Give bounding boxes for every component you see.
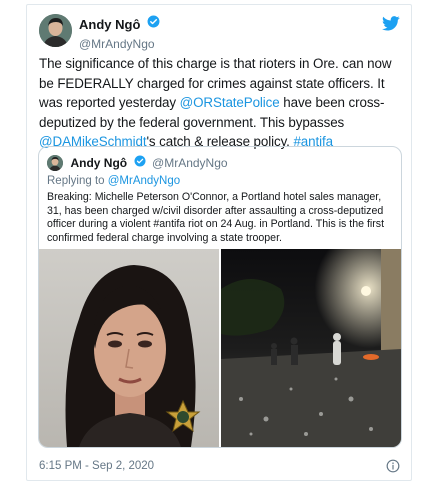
quoted-tweet-header: Andy Ngô @MrAndyNgo	[47, 154, 228, 172]
riot-scene-photo[interactable]	[221, 249, 401, 447]
quoted-reply-context: Replying to @MrAndyNgo	[47, 175, 180, 187]
info-icon[interactable]	[386, 459, 400, 478]
quoted-tweet-text: Breaking: Michelle Peterson O'Connor, a …	[47, 191, 385, 244]
quoted-author-name: Andy Ngô	[70, 156, 128, 170]
tweet-card[interactable]: Andy Ngô @MrAndyNgo The significance of …	[26, 4, 412, 481]
quoted-reply-handle-link[interactable]: @MrAndyNgo	[108, 175, 180, 187]
author-avatar[interactable]	[39, 14, 72, 47]
quoted-tweet[interactable]: Andy Ngô @MrAndyNgo Replying to @MrAndyN…	[38, 146, 402, 448]
quoted-author-avatar	[47, 155, 63, 171]
quoted-author-handle: @MrAndyNgo	[152, 156, 228, 170]
tweet-timestamp[interactable]: 6:15 PM - Sep 2, 2020	[39, 460, 154, 472]
mention-orstatepolice-link[interactable]: @ORStatePolice	[180, 95, 280, 110]
quoted-media[interactable]	[39, 249, 401, 447]
quoted-reply-prefix: Replying to	[47, 175, 108, 187]
author-name[interactable]: Andy Ngô	[79, 17, 140, 32]
author-block[interactable]: Andy Ngô @MrAndyNgo	[79, 15, 160, 51]
quoted-verified-badge-icon	[134, 154, 146, 172]
author-handle[interactable]: @MrAndyNgo	[79, 37, 160, 51]
mugshot-photo[interactable]	[39, 249, 219, 447]
twitter-bird-icon[interactable]	[382, 16, 400, 36]
tweet-text: The significance of this charge is that …	[39, 54, 405, 152]
verified-badge-icon	[147, 15, 160, 33]
